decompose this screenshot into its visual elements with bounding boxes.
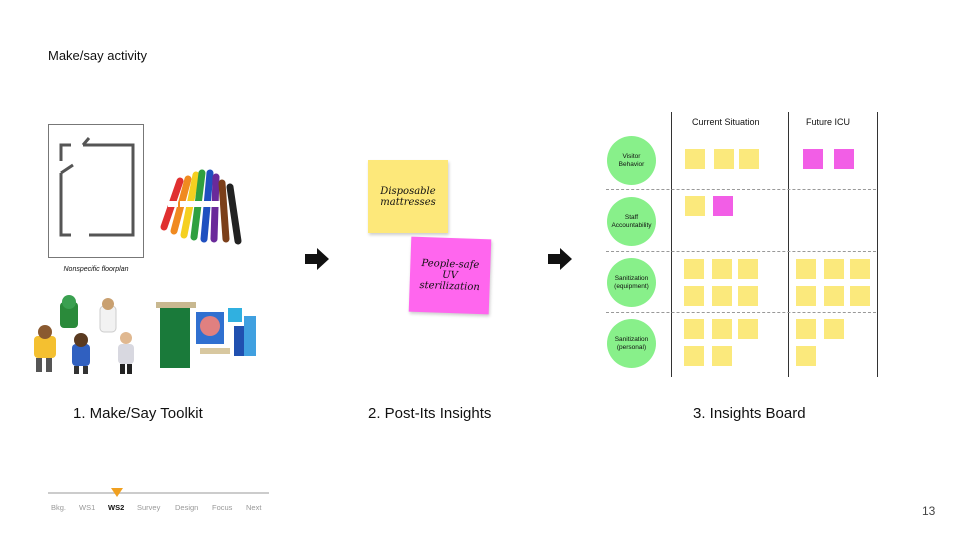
- board-row-label: Staff Accountability: [607, 197, 656, 246]
- board-row-label: Sanitization (personal): [607, 319, 656, 368]
- mini-sticky-note: [850, 286, 870, 306]
- board-divider: [877, 112, 878, 377]
- mini-sticky-note: [803, 149, 823, 169]
- markers-image: [160, 169, 242, 245]
- floorplan-image: [48, 124, 144, 258]
- slide-title: Make/say activity: [48, 48, 147, 63]
- board-row-label: Sanitization (equipment): [607, 258, 656, 307]
- mini-sticky-note: [796, 319, 816, 339]
- nav-item-bkg[interactable]: Bkg.: [51, 503, 66, 512]
- board-column-header: Current Situation: [692, 117, 760, 127]
- sticky-note-text: People-safe UV sterilization: [419, 258, 480, 294]
- arrow-right-icon: [548, 248, 572, 270]
- nav-item-next[interactable]: Next: [246, 503, 261, 512]
- mini-sticky-note: [684, 259, 704, 279]
- figurines-image: [34, 295, 134, 374]
- board-row-divider: [606, 312, 876, 313]
- floorplan-drawing: [59, 137, 135, 237]
- mini-sticky-note: [824, 319, 844, 339]
- mini-sticky-note: [796, 346, 816, 366]
- board-divider: [788, 112, 789, 377]
- postits-label: 2. Post-Its Insights: [368, 405, 492, 422]
- mini-sticky-note: [850, 259, 870, 279]
- mini-sticky-note: [738, 319, 758, 339]
- board-row-divider: [606, 189, 876, 190]
- nav-item-survey[interactable]: Survey: [137, 503, 160, 512]
- mini-sticky-note: [685, 196, 705, 216]
- mini-sticky-note: [714, 149, 734, 169]
- mini-sticky-note: [824, 286, 844, 306]
- mini-sticky-note: [684, 346, 704, 366]
- board-column-header: Future ICU: [806, 117, 851, 127]
- progress-track: [48, 492, 269, 494]
- mini-sticky-note: [738, 259, 758, 279]
- nav-item-design[interactable]: Design: [175, 503, 198, 512]
- board-row-label: Visitor Behavior: [607, 136, 656, 185]
- board-label: 3. Insights Board: [693, 405, 806, 422]
- mini-sticky-note: [685, 149, 705, 169]
- sticky-note-pink: People-safe UV sterilization: [408, 236, 492, 315]
- mini-sticky-note: [684, 286, 704, 306]
- nav-item-focus[interactable]: Focus: [212, 503, 232, 512]
- board-row-divider: [606, 251, 876, 252]
- mini-sticky-note: [712, 259, 732, 279]
- nav-item-ws2[interactable]: WS2: [108, 503, 124, 512]
- mini-sticky-note: [684, 319, 704, 339]
- board-divider: [671, 112, 672, 377]
- mini-sticky-note: [712, 346, 732, 366]
- sticky-note-yellow: Disposable mattresses: [368, 160, 448, 233]
- floorplan-caption: Nonspecific floorplan: [63, 266, 129, 273]
- mini-sticky-note: [713, 196, 733, 216]
- mini-sticky-note: [738, 286, 758, 306]
- mini-sticky-note: [712, 319, 732, 339]
- page-number: 13: [922, 504, 936, 518]
- nav-item-ws1[interactable]: WS1: [79, 503, 95, 512]
- mini-sticky-note: [824, 259, 844, 279]
- toolkit-label: 1. Make/Say Toolkit: [73, 405, 203, 422]
- mini-sticky-note: [834, 149, 854, 169]
- blocks-image: [156, 302, 256, 368]
- mini-sticky-note: [796, 286, 816, 306]
- mini-sticky-note: [796, 259, 816, 279]
- mini-sticky-note: [739, 149, 759, 169]
- mini-sticky-note: [712, 286, 732, 306]
- sticky-note-text: Disposable mattresses: [380, 185, 436, 208]
- progress-marker-icon: [111, 488, 123, 497]
- arrow-right-icon: [305, 248, 329, 270]
